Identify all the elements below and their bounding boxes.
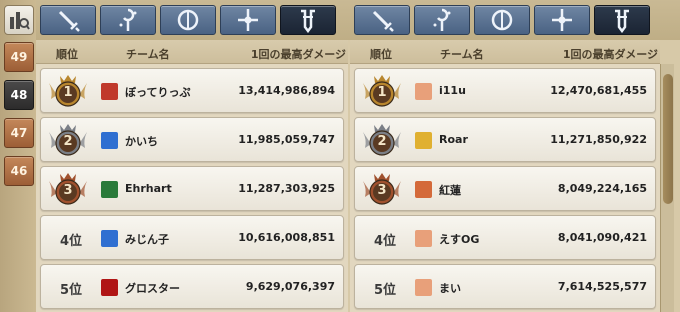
rank-label: 4位 bbox=[373, 234, 397, 249]
team-name[interactable]: みじん子 bbox=[125, 231, 169, 247]
rank-label: 1 bbox=[63, 85, 73, 100]
ranking-row[interactable]: 5位 まい 7,614,525,577 bbox=[354, 264, 656, 309]
team-name[interactable]: Ehrhart bbox=[125, 182, 172, 195]
ranking-row[interactable]: 3 Ehrhart 11,287,303,925 bbox=[40, 166, 344, 211]
ranking-filter-button[interactable] bbox=[4, 5, 34, 35]
max-damage-value: 10,616,008,851 bbox=[238, 231, 335, 244]
team-name[interactable]: 紅蓮 bbox=[439, 182, 461, 198]
ranking-panel-right: 順位 チーム名 1回の最高ダメージ 1 i11u 12,470,681,455 2 Ro… bbox=[350, 40, 660, 312]
ranking-filter-icon bbox=[10, 12, 30, 30]
column-rank: 順位 bbox=[370, 48, 392, 61]
ranking-row[interactable]: 1 ぼってりっぷ 13,414,986,894 bbox=[40, 68, 344, 113]
dragon-emblem-icon bbox=[101, 83, 118, 100]
shield-icon bbox=[301, 9, 315, 33]
ranking-row[interactable]: 2 かいち 11,985,059,747 bbox=[40, 117, 344, 162]
max-damage-value: 11,271,850,922 bbox=[550, 133, 647, 146]
rank-label: 2 bbox=[377, 134, 387, 149]
sword-icon bbox=[58, 10, 80, 32]
cat-face-emblem-icon bbox=[415, 181, 432, 198]
ranking-row[interactable]: 4位 みじん子 10,616,008,851 bbox=[40, 215, 344, 260]
max-damage-value: 8,041,090,421 bbox=[557, 231, 647, 244]
tab-sword-right[interactable] bbox=[354, 5, 410, 35]
cross-staff-icon bbox=[238, 9, 258, 31]
rank-label: 1 bbox=[377, 85, 387, 100]
ranking-row[interactable]: 4位 えすOG 8,041,090,421 bbox=[354, 215, 656, 260]
tab-bow[interactable] bbox=[160, 5, 216, 35]
rank-label: 2 bbox=[63, 134, 73, 149]
ranking-row[interactable]: 5位 グロスター 9,629,076,397 bbox=[40, 264, 344, 309]
season-tab-49[interactable]: 49 bbox=[4, 42, 34, 72]
ranking-row[interactable]: 2 Roar 11,271,850,922 bbox=[354, 117, 656, 162]
tab-cross-staff-right[interactable] bbox=[534, 5, 590, 35]
team-name[interactable]: ぼってりっぷ bbox=[125, 84, 190, 100]
season-tab-47[interactable]: 47 bbox=[4, 118, 34, 148]
re-logo-emblem-icon bbox=[101, 279, 118, 296]
column-damage: 1回の最高ダメージ bbox=[250, 48, 346, 61]
max-damage-value: 7,614,525,577 bbox=[557, 280, 647, 293]
lion-face-emblem-icon bbox=[415, 132, 432, 149]
scrollbar-track[interactable] bbox=[660, 64, 674, 312]
tab-cross-staff[interactable] bbox=[220, 5, 276, 35]
scrollbar-thumb[interactable] bbox=[663, 74, 673, 204]
peach-shell-emblem-icon bbox=[415, 83, 432, 100]
magic-staff-icon bbox=[119, 8, 137, 31]
peach-shell-emblem-icon bbox=[415, 279, 432, 296]
column-team: チーム名 bbox=[126, 48, 170, 61]
ranking-panel-left: 順位 チーム名 1回の最高ダメージ 1 ぼってりっぷ 13,414,986,894 2… bbox=[36, 40, 348, 312]
tab-magic-right[interactable] bbox=[414, 5, 470, 35]
max-damage-value: 8,049,224,165 bbox=[557, 182, 647, 195]
ranking-row[interactable]: 3 紅蓮 8,049,224,165 bbox=[354, 166, 656, 211]
weapon-tab-bar bbox=[36, 0, 680, 40]
season-tab-46[interactable]: 46 bbox=[4, 156, 34, 186]
column-rank: 順位 bbox=[56, 48, 78, 61]
team-name[interactable]: Roar bbox=[439, 133, 468, 146]
sword-icon bbox=[372, 10, 394, 32]
bow-icon bbox=[177, 9, 199, 31]
rank-label: 4位 bbox=[59, 234, 83, 249]
shield-icon bbox=[615, 9, 629, 33]
max-damage-value: 13,414,986,894 bbox=[238, 84, 335, 97]
ranking-row[interactable]: 1 i11u 12,470,681,455 bbox=[354, 68, 656, 113]
max-damage-value: 11,287,303,925 bbox=[238, 182, 335, 195]
rank-label: 3 bbox=[63, 183, 73, 198]
team-name[interactable]: かいち bbox=[125, 133, 158, 149]
column-team: チーム名 bbox=[440, 48, 484, 61]
tab-shield[interactable] bbox=[280, 5, 336, 35]
cross-staff-icon bbox=[552, 9, 572, 31]
tab-sword[interactable] bbox=[40, 5, 96, 35]
column-header: 順位 チーム名 1回の最高ダメージ bbox=[350, 40, 660, 64]
column-damage: 1回の最高ダメージ bbox=[562, 48, 658, 61]
max-damage-value: 12,470,681,455 bbox=[550, 84, 647, 97]
rank-label: 5位 bbox=[59, 283, 83, 298]
rank-label: 3 bbox=[377, 183, 387, 198]
max-damage-value: 9,629,076,397 bbox=[245, 280, 335, 293]
team-name[interactable]: i11u bbox=[439, 84, 466, 97]
blue-wing-emblem-icon bbox=[101, 230, 118, 247]
blue-wing-emblem-icon bbox=[101, 132, 118, 149]
team-name[interactable]: まい bbox=[439, 280, 461, 296]
star-map-emblem-icon bbox=[101, 181, 118, 198]
magic-staff-icon bbox=[433, 8, 451, 31]
team-name[interactable]: えすOG bbox=[439, 231, 479, 247]
rank-label: 5位 bbox=[373, 283, 397, 298]
tab-bow-right[interactable] bbox=[474, 5, 530, 35]
team-name[interactable]: グロスター bbox=[125, 280, 180, 296]
tab-shield-right[interactable] bbox=[594, 5, 650, 35]
peach-shell-emblem-icon bbox=[415, 230, 432, 247]
bow-icon bbox=[491, 9, 513, 31]
tab-magic[interactable] bbox=[100, 5, 156, 35]
season-sidebar: 49 48 47 46 bbox=[0, 0, 36, 312]
season-tab-48[interactable]: 48 bbox=[4, 80, 34, 110]
max-damage-value: 11,985,059,747 bbox=[238, 133, 335, 146]
column-header: 順位 チーム名 1回の最高ダメージ bbox=[36, 40, 348, 64]
